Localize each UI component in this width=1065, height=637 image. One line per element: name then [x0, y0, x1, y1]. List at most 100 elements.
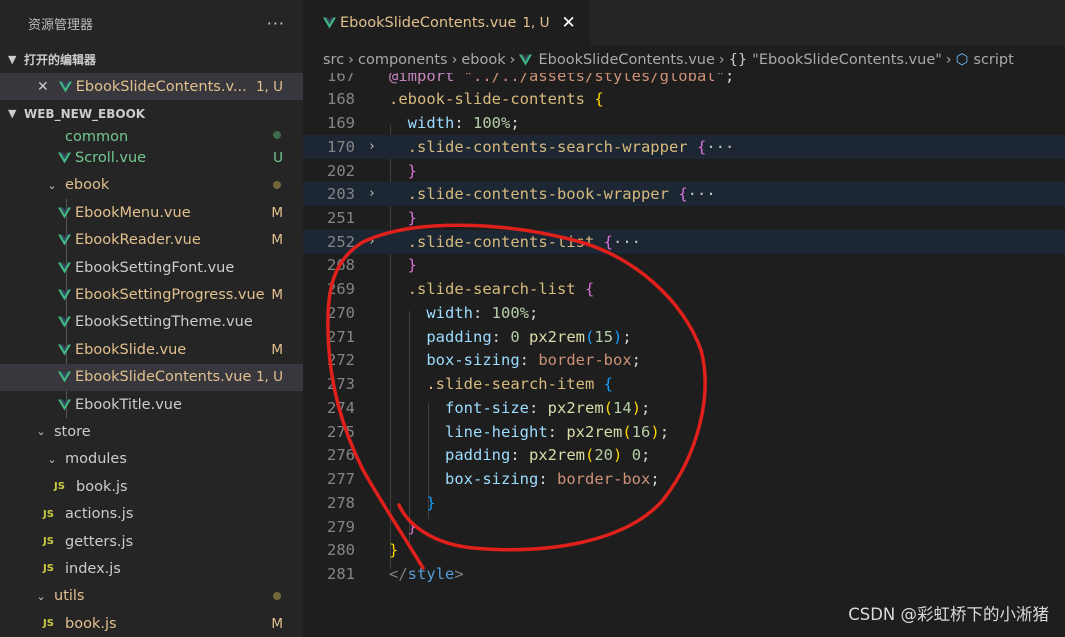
chevron-right-icon[interactable]: ›: [355, 186, 389, 201]
code-text: font-size: px2rem(14);: [445, 398, 651, 417]
code-line: 168 .ebook-slide-contents {: [303, 87, 1065, 111]
file-status: 1, U: [255, 369, 283, 386]
vue-file-icon: [58, 81, 72, 93]
code-line: 274 font-size: px2rem(14);: [303, 396, 1065, 420]
line-number: 268: [327, 255, 355, 274]
line-number: 280: [327, 540, 355, 559]
line-number: 274: [327, 398, 355, 417]
code-text: @import "../../assets/styles/global";: [389, 73, 735, 85]
folder-label: modules: [65, 451, 127, 468]
code-text: .slide-contents-book-wrapper {···: [407, 184, 716, 203]
file-name: EbookSettingTheme.vue: [75, 314, 253, 331]
line-number: 272: [327, 350, 355, 369]
vue-file-icon: [58, 344, 71, 356]
vue-file-icon: [58, 234, 71, 246]
tree-folder-common[interactable]: common: [0, 127, 303, 144]
tree-folder-ebook[interactable]: ⌄ ebook: [0, 172, 303, 199]
tree-file-ebook-menu[interactable]: EbookMenu.vue M: [0, 199, 303, 226]
tree-file-ebook-reader[interactable]: EbookReader.vue M: [0, 227, 303, 254]
chevron-right-icon[interactable]: ›: [355, 234, 389, 249]
tree-file-ebook-title[interactable]: EbookTitle.vue: [0, 391, 303, 418]
close-icon[interactable]: ✕: [37, 79, 49, 95]
tree-file-ebook-slide-contents[interactable]: EbookSlideContents.vue 1, U: [0, 363, 303, 391]
breadcrumb-script[interactable]: script: [973, 52, 1013, 68]
code-text: line-height: px2rem(16);: [445, 422, 670, 441]
code-text: padding: px2rem(20) 0;: [445, 445, 651, 464]
code-line: 272 box-sizing: border-box;: [303, 348, 1065, 372]
chevron-down-icon: ▼: [8, 107, 17, 121]
line-number: 202: [327, 161, 355, 180]
tree-folder-utils[interactable]: ⌄ utils: [0, 583, 303, 610]
vue-file-icon: [519, 54, 533, 65]
tab-ebook-slide-contents[interactable]: EbookSlideContents.vue 1, U ✕: [303, 0, 590, 46]
file-status: U: [273, 150, 283, 167]
breadcrumb-file[interactable]: EbookSlideContents.vue: [538, 52, 714, 68]
open-editors-section[interactable]: ▼ 打开的编辑器: [0, 46, 303, 73]
breadcrumb-ebook[interactable]: ebook: [461, 52, 505, 68]
close-icon[interactable]: ✕: [561, 13, 575, 33]
tree-file-index-js[interactable]: JS index.js: [0, 555, 303, 582]
open-editor-name: EbookSlideContents.v...: [75, 78, 247, 95]
tree-file-ebook-setting-font[interactable]: EbookSettingFont.vue: [0, 254, 303, 281]
breadcrumb-src[interactable]: src: [323, 52, 344, 68]
file-name: Scroll.vue: [75, 150, 147, 167]
tree-file-utils-book-js[interactable]: JS book.js M: [0, 610, 303, 637]
folder-label: common: [65, 129, 129, 145]
breadcrumb-components[interactable]: components: [358, 52, 448, 68]
more-actions-button[interactable]: ···: [267, 14, 285, 33]
file-status: M: [271, 341, 283, 358]
file-status: M: [271, 232, 283, 249]
line-number: 252: [327, 232, 355, 251]
js-file-icon: JS: [43, 618, 54, 630]
project-section[interactable]: ▼ WEB_NEW_EBOOK: [0, 100, 303, 127]
chevron-right-icon: ›: [451, 51, 458, 68]
chevron-right-icon: ›: [718, 51, 725, 68]
vue-file-icon: [58, 316, 71, 328]
file-status: M: [271, 615, 283, 632]
tree-file-ebook-setting-theme[interactable]: EbookSettingTheme.vue: [0, 309, 303, 336]
breadcrumb-component[interactable]: "EbookSlideContents.vue": [752, 52, 942, 68]
tree-file-book-js[interactable]: JS book.js: [0, 473, 303, 500]
line-number: 279: [327, 517, 355, 536]
file-name: book.js: [76, 478, 128, 495]
braces-icon: {}: [728, 51, 748, 68]
line-number: 169: [327, 113, 355, 132]
js-file-icon: JS: [43, 508, 54, 520]
code-text: .slide-search-list {: [407, 279, 595, 298]
editor-area: EbookSlideContents.vue 1, U ✕ src › comp…: [303, 0, 1065, 637]
breadcrumb: src › components › ebook › EbookSlideCon…: [303, 46, 1065, 73]
vue-file-icon: [58, 371, 71, 383]
tree-file-ebook-setting-progress[interactable]: EbookSettingProgress.vue M: [0, 281, 303, 308]
vue-file-icon: [58, 207, 71, 219]
tree-file-actions-js[interactable]: JS actions.js: [0, 500, 303, 527]
project-label: WEB_NEW_EBOOK: [24, 106, 146, 121]
vue-file-icon: [58, 399, 71, 411]
file-name: EbookSettingProgress.vue: [75, 287, 265, 304]
chevron-right-icon[interactable]: ›: [355, 139, 389, 154]
open-editor-item[interactable]: ✕ EbookSlideContents.v... 1, U: [0, 73, 303, 101]
tree-file-scroll[interactable]: Scroll.vue U: [0, 144, 303, 171]
explorer-sidebar: 资源管理器 ··· ▼ 打开的编辑器 ✕ EbookSlideContents.…: [0, 0, 303, 637]
code-editor[interactable]: 167 @import "../../assets/styles/global"…: [303, 73, 1065, 637]
code-text: }: [407, 208, 418, 227]
tree-folder-modules[interactable]: ⌄ modules: [0, 446, 303, 473]
open-editor-status: 1, U: [255, 78, 283, 95]
chevron-down-icon: ⌄: [47, 452, 57, 466]
tree-file-getters-js[interactable]: JS getters.js: [0, 528, 303, 555]
chevron-down-icon: ⌄: [36, 425, 46, 439]
cube-icon: ⬡: [955, 51, 969, 68]
tree-file-ebook-slide[interactable]: EbookSlide.vue M: [0, 336, 303, 363]
code-text: }: [407, 255, 418, 274]
tab-bar: EbookSlideContents.vue 1, U ✕: [303, 0, 1065, 46]
code-line: 251 }: [303, 206, 1065, 230]
file-name: EbookMenu.vue: [75, 204, 191, 221]
line-number: 167: [327, 73, 355, 85]
folder-label: ebook: [65, 177, 110, 194]
line-number: 170: [327, 137, 355, 156]
chevron-right-icon: ›: [509, 51, 516, 68]
code-text: box-sizing: border-box;: [445, 469, 660, 488]
tree-folder-store[interactable]: ⌄ store: [0, 418, 303, 445]
code-text: }: [389, 540, 399, 559]
line-number: 270: [327, 303, 355, 322]
vue-file-icon: [58, 262, 71, 274]
